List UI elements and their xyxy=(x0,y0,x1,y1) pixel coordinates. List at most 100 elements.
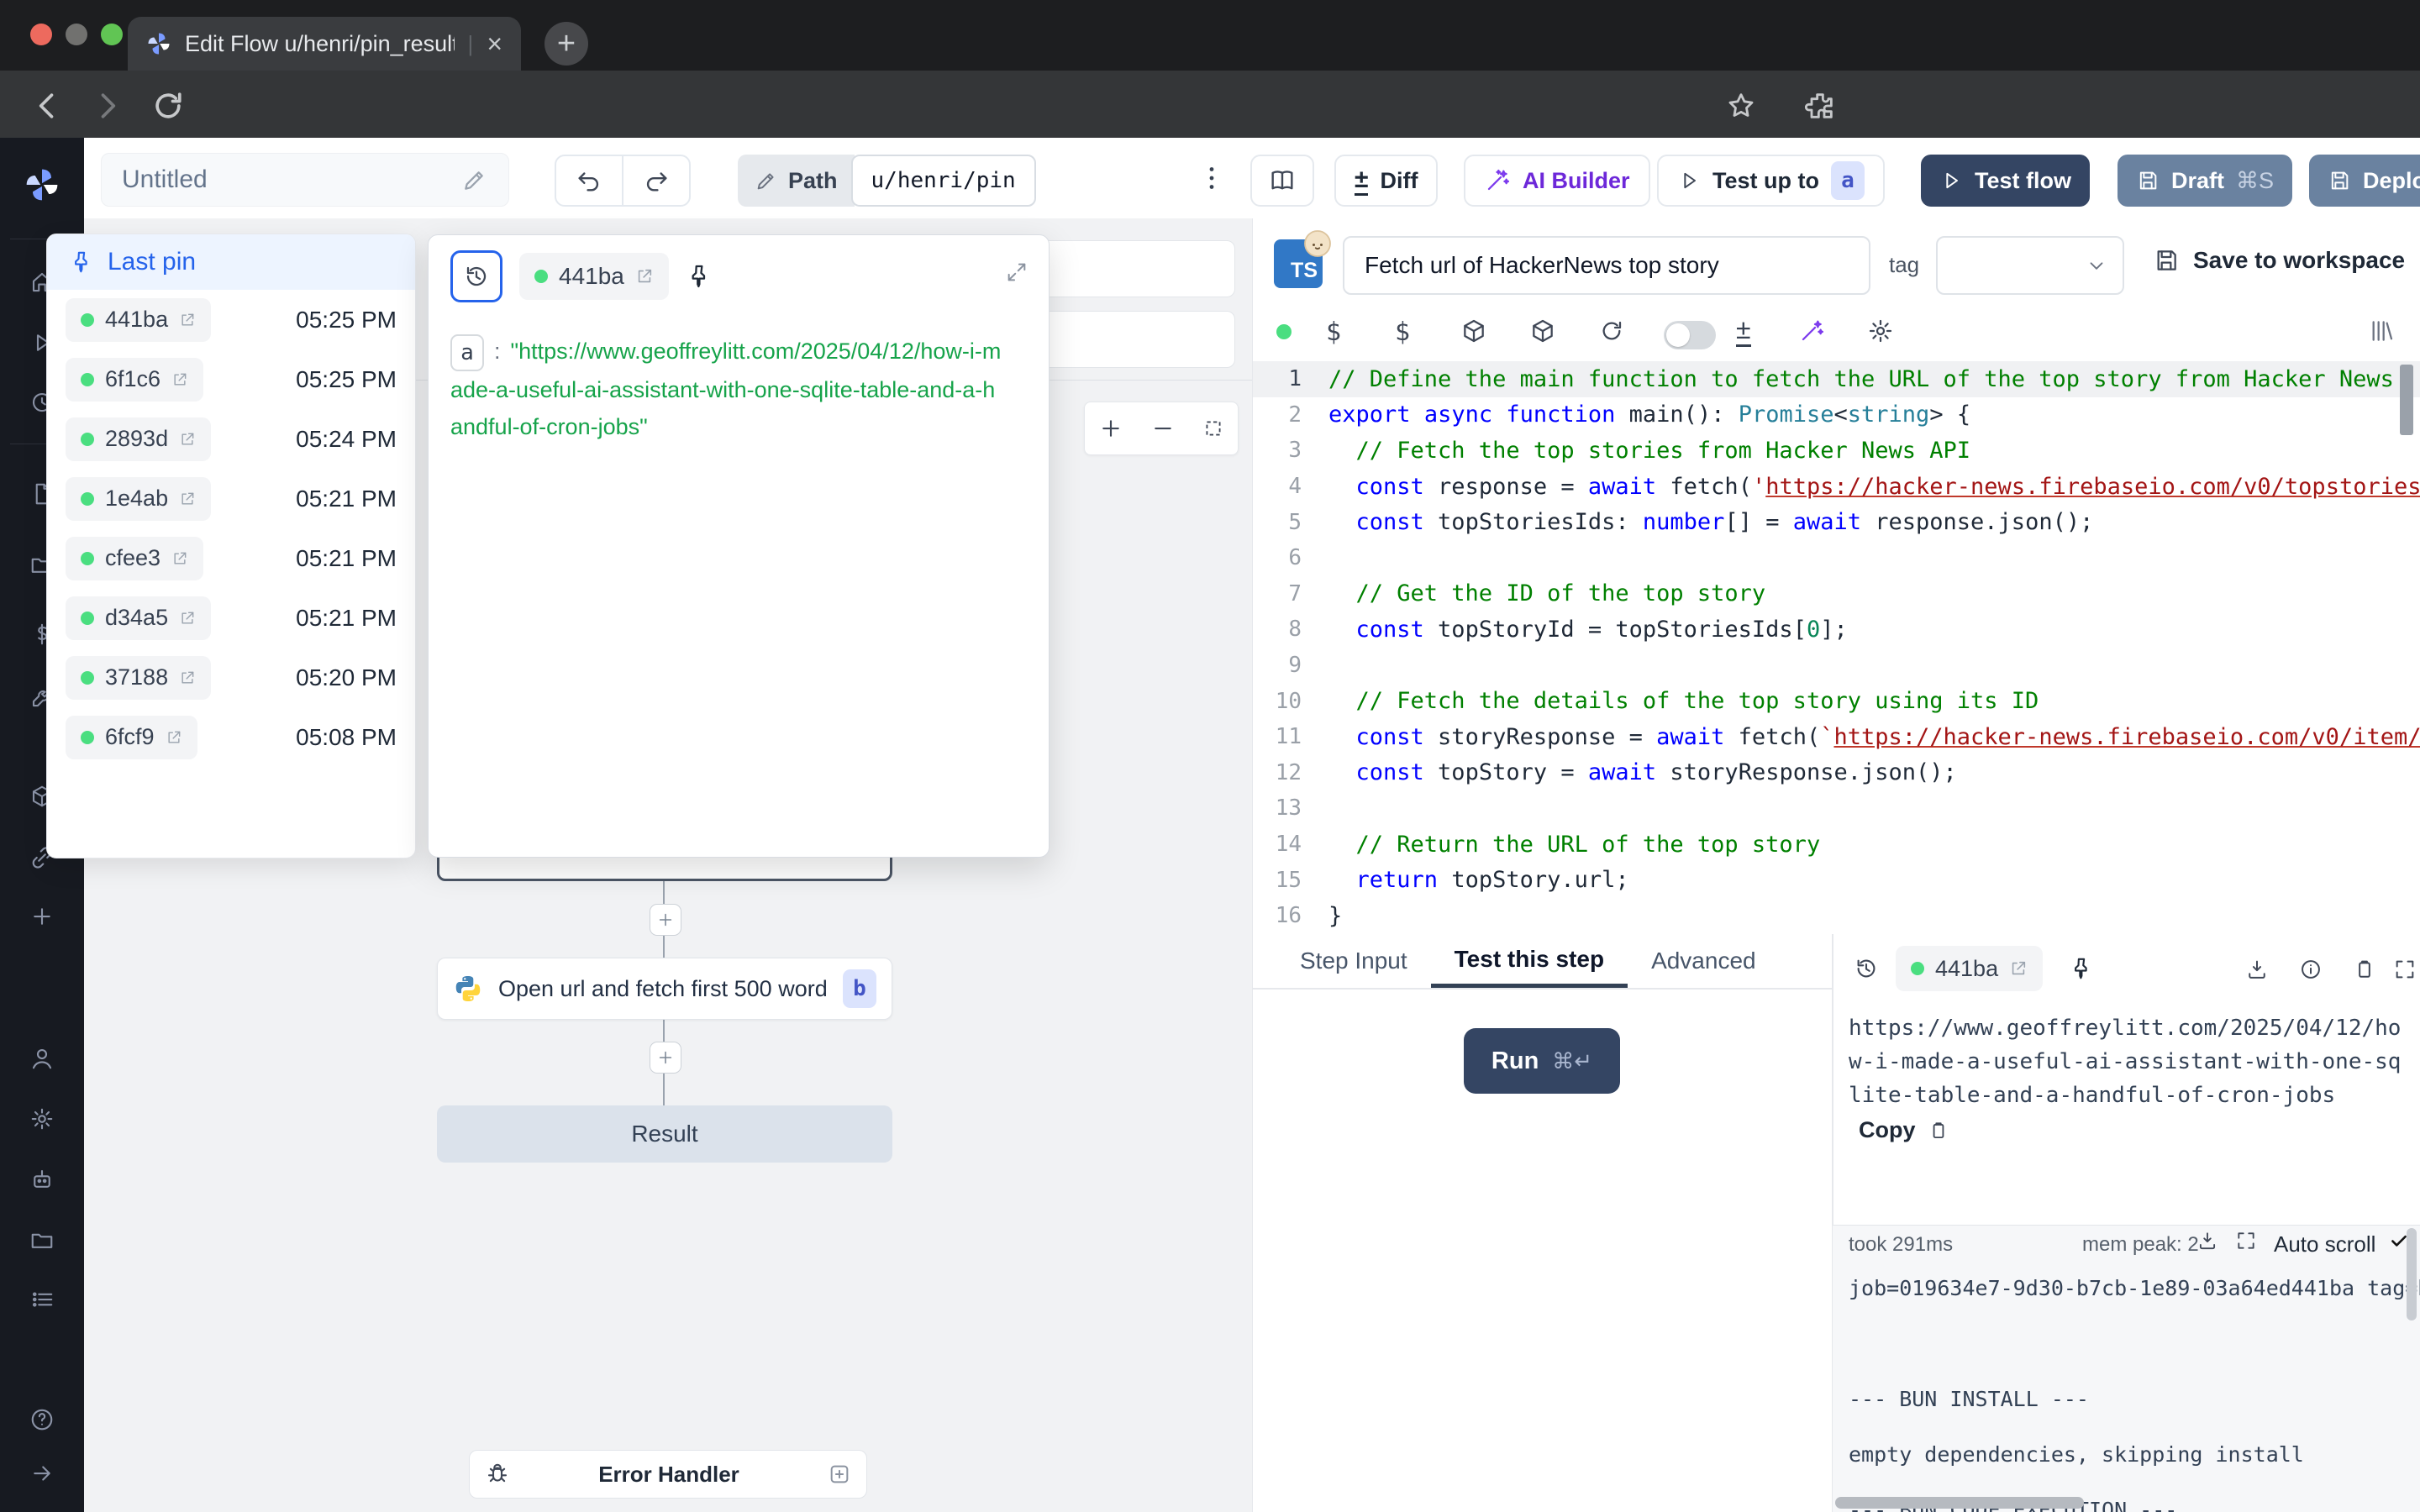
external-link-icon[interactable] xyxy=(179,669,196,686)
editor-settings-gear-icon[interactable] xyxy=(1867,318,1894,344)
insert-step-button[interactable] xyxy=(650,1042,681,1074)
last-pin-row[interactable]: 1e4ab05:21 PM xyxy=(47,469,415,528)
history-icon[interactable] xyxy=(1854,956,1879,981)
ai-assist-wand-icon[interactable] xyxy=(1798,318,1825,344)
run-button[interactable]: Run ⌘↵ xyxy=(1464,1028,1620,1094)
close-tab-icon[interactable]: × xyxy=(487,30,502,57)
job-id-chip[interactable]: 2893d xyxy=(66,417,211,461)
external-link-icon[interactable] xyxy=(635,267,654,286)
add-error-handler-icon[interactable] xyxy=(828,1462,851,1486)
extensions-icon[interactable] xyxy=(1803,89,1837,123)
code-line[interactable]: 4 const response = await fetch('https://… xyxy=(1253,469,2420,505)
deploy-button[interactable]: Deploy xyxy=(2309,155,2420,207)
last-pin-row[interactable]: 2893d05:24 PM xyxy=(47,409,415,469)
code-line[interactable]: 6 xyxy=(1253,540,2420,576)
docs-book-button[interactable] xyxy=(1250,155,1314,207)
copy-result-button[interactable]: Copy xyxy=(1859,1117,1949,1143)
last-pin-row[interactable]: 3718805:20 PM xyxy=(47,648,415,707)
code-line[interactable]: 1// Define the main function to fetch th… xyxy=(1253,361,2420,397)
last-pin-row[interactable]: 441ba05:25 PM xyxy=(47,290,415,349)
job-id-chip[interactable]: 441ba xyxy=(66,298,211,342)
fit-view-icon[interactable] xyxy=(1202,417,1224,439)
code-line[interactable]: 15 return topStory.url; xyxy=(1253,862,2420,898)
job-id-chip[interactable]: 1e4ab xyxy=(66,477,211,521)
tab-advanced[interactable]: Advanced xyxy=(1628,934,1780,988)
diff-button[interactable]: ± Diff xyxy=(1334,155,1438,207)
expand-icon[interactable] xyxy=(1005,260,1028,284)
test-up-to-button[interactable]: Test up to a xyxy=(1657,155,1885,207)
history-button[interactable] xyxy=(450,250,502,302)
external-link-icon[interactable] xyxy=(179,431,196,448)
step-summary-input[interactable]: Fetch url of HackerNews top story xyxy=(1343,236,1870,295)
diff-mode-icon[interactable]: ± xyxy=(1736,314,1751,347)
forward-icon[interactable] xyxy=(89,87,126,124)
sidebar-item-folders[interactable] xyxy=(24,1221,60,1258)
pencil-icon[interactable] xyxy=(461,166,488,193)
job-id-chip[interactable]: 37188 xyxy=(66,656,211,700)
variable-picker-icon[interactable]: $ xyxy=(1326,318,1341,347)
job-id-chip[interactable]: d34a5 xyxy=(66,596,211,640)
job-id-chip[interactable]: cfee3 xyxy=(66,537,203,580)
pushpin-icon[interactable] xyxy=(2069,956,2094,981)
result-node[interactable]: Result xyxy=(437,1105,892,1163)
download-logs-icon[interactable] xyxy=(2196,1230,2218,1252)
external-link-icon[interactable] xyxy=(179,491,196,507)
minimize-window-button[interactable] xyxy=(66,24,87,45)
sidebar-item-user[interactable] xyxy=(24,1040,60,1077)
info-icon[interactable] xyxy=(2299,958,2323,981)
library-columns-icon[interactable] xyxy=(2368,318,2395,344)
job-id-chip[interactable]: 441ba xyxy=(1896,946,2043,991)
sidebar-item-settings[interactable] xyxy=(24,1100,60,1137)
code-line[interactable]: 14 // Return the URL of the top story xyxy=(1253,827,2420,863)
auto-scroll-label[interactable]: Auto scroll xyxy=(2274,1231,2375,1257)
new-tab-button[interactable]: + xyxy=(544,22,588,66)
last-pin-row[interactable]: 6fcf905:08 PM xyxy=(47,707,415,767)
help-icon[interactable] xyxy=(24,1401,60,1438)
tab-test-this-step[interactable]: Test this step xyxy=(1431,934,1628,988)
code-line[interactable]: 11 const storyResponse = await fetch(`ht… xyxy=(1253,719,2420,755)
download-icon[interactable] xyxy=(2245,958,2269,981)
last-pin-row[interactable]: d34a505:21 PM xyxy=(47,588,415,648)
tab-step-input[interactable]: Step Input xyxy=(1276,934,1431,988)
bookmark-star-icon[interactable] xyxy=(1724,89,1758,123)
sidebar-item-apps[interactable] xyxy=(24,1281,60,1318)
external-link-icon[interactable] xyxy=(179,610,196,627)
horizontal-scrollbar[interactable] xyxy=(1835,1497,2084,1509)
tag-select[interactable] xyxy=(1936,236,2124,295)
maximize-window-button[interactable] xyxy=(101,24,123,45)
path-editor[interactable]: Path u/henri/pin xyxy=(738,155,1036,207)
test-flow-button[interactable]: Test flow xyxy=(1921,155,2090,207)
external-link-icon[interactable] xyxy=(2009,959,2028,978)
external-link-icon[interactable] xyxy=(166,729,182,746)
code-line[interactable]: 8 const topStoryId = topStoriesIds[0]; xyxy=(1253,612,2420,648)
package-icon[interactable] xyxy=(1529,318,1556,344)
more-options-kebab-icon[interactable] xyxy=(1197,163,1227,193)
external-link-icon[interactable] xyxy=(171,371,188,388)
expand-logs-icon[interactable] xyxy=(2235,1230,2257,1252)
code-line[interactable]: 13 xyxy=(1253,790,2420,827)
code-line[interactable]: 3 // Fetch the top stories from Hacker N… xyxy=(1253,433,2420,469)
external-link-icon[interactable] xyxy=(179,312,196,328)
ai-builder-button[interactable]: AI Builder xyxy=(1464,155,1650,207)
job-id-chip[interactable]: 441ba xyxy=(519,253,669,300)
python-step-node-b[interactable]: Open url and fetch first 500 words of ..… xyxy=(437,958,892,1020)
back-icon[interactable] xyxy=(29,87,66,124)
code-line[interactable]: 10 // Fetch the details of the top story… xyxy=(1253,683,2420,719)
redo-button[interactable] xyxy=(623,156,689,205)
pushpin-icon[interactable] xyxy=(686,263,713,290)
editor-scrollbar[interactable] xyxy=(2400,365,2413,435)
zoom-out-icon[interactable] xyxy=(1150,416,1176,441)
sidebar-item-ai-bot[interactable] xyxy=(24,1161,60,1198)
windmill-logo-icon[interactable] xyxy=(24,166,60,203)
last-pin-row[interactable]: 6f1c605:25 PM xyxy=(47,349,415,409)
code-line[interactable]: 9 xyxy=(1253,648,2420,684)
clipboard-icon[interactable] xyxy=(2353,958,2376,981)
reload-icon[interactable] xyxy=(150,87,187,124)
close-window-button[interactable] xyxy=(30,24,52,45)
path-value[interactable]: u/henri/pin xyxy=(851,155,1036,207)
code-editor[interactable]: 1// Define the main function to fetch th… xyxy=(1253,361,2420,934)
save-to-workspace-button[interactable]: Save to workspace xyxy=(2153,247,2405,274)
draft-button[interactable]: Draft ⌘S xyxy=(2118,155,2292,207)
error-handler-node[interactable]: Error Handler xyxy=(469,1450,867,1499)
code-line[interactable]: 2export async function main(): Promise<s… xyxy=(1253,397,2420,433)
